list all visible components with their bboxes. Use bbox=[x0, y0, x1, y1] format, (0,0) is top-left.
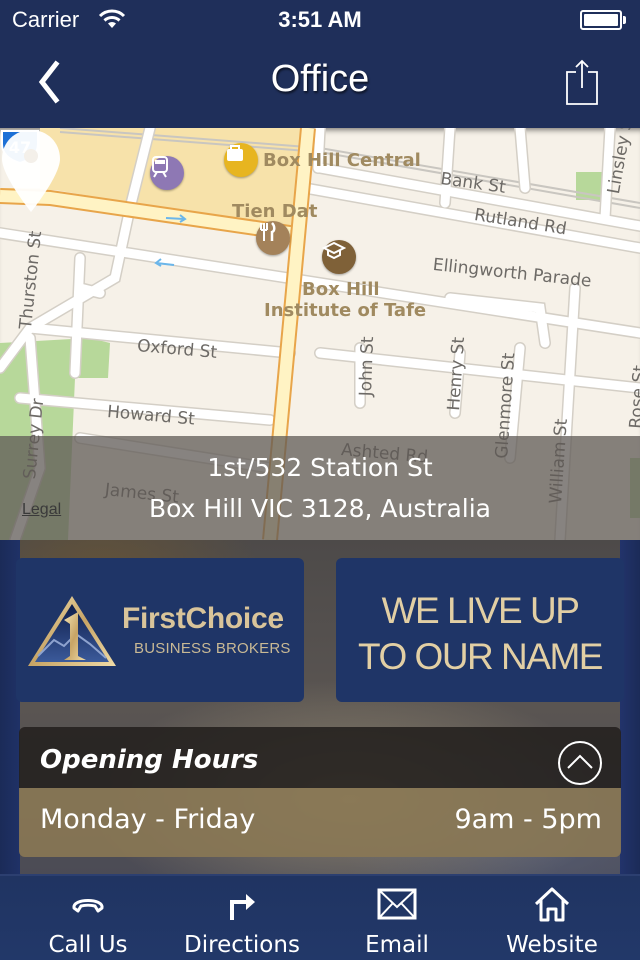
shopping-icon[interactable] bbox=[224, 143, 258, 177]
address-line-1: 1st/532 Station St bbox=[207, 453, 433, 482]
location-pin-icon[interactable] bbox=[0, 128, 62, 214]
opening-hours-row: Monday - Friday 9am - 5pm bbox=[19, 788, 621, 857]
tab-directions[interactable]: Directions bbox=[162, 876, 322, 960]
logo-subtitle: BUSINESS BROKERS bbox=[134, 640, 291, 657]
clock: 3:51 AM bbox=[278, 7, 362, 32]
hours-days: Monday - Friday bbox=[40, 804, 256, 835]
status-bar: Carrier 3:51 AM bbox=[0, 0, 640, 40]
home-icon bbox=[534, 887, 570, 922]
restaurant-icon[interactable] bbox=[256, 221, 290, 255]
phone-icon bbox=[72, 899, 104, 913]
tab-label: Directions bbox=[184, 932, 300, 958]
hours-time: 9am - 5pm bbox=[454, 804, 602, 835]
slogan-line-1: WE LIVE UP bbox=[381, 590, 580, 631]
share-button[interactable] bbox=[562, 58, 602, 108]
directions-icon bbox=[230, 894, 255, 920]
battery-icon bbox=[580, 10, 626, 30]
street-label: John St bbox=[356, 336, 379, 397]
collapse-chevron-up-icon[interactable] bbox=[557, 740, 603, 786]
train-icon[interactable] bbox=[150, 156, 184, 190]
poi-label: Box Hill bbox=[302, 279, 380, 300]
tab-email[interactable]: Email bbox=[317, 876, 477, 960]
poi-label: Institute of Tafe bbox=[264, 300, 427, 321]
tab-label: Website bbox=[506, 932, 598, 958]
tab-website[interactable]: Website bbox=[472, 876, 632, 960]
tab-bar: Call Us Directions Email Website bbox=[0, 874, 640, 960]
opening-hours-card: Opening Hours Monday - Friday 9am - 5pm bbox=[19, 727, 621, 857]
slogan-line-2: TO OUR NAME bbox=[358, 636, 603, 677]
header: Carrier 3:51 AM Office bbox=[0, 0, 640, 128]
logo-name: FirstChoice bbox=[122, 602, 284, 635]
tab-label: Email bbox=[365, 932, 429, 958]
education-icon[interactable] bbox=[322, 240, 356, 274]
company-logo-tile[interactable]: FirstChoice BUSINESS BROKERS bbox=[16, 558, 304, 702]
address-line-2: Box Hill VIC 3128, Australia bbox=[149, 494, 491, 523]
opening-hours-header[interactable]: Opening Hours bbox=[19, 727, 621, 788]
page-title: Office bbox=[270, 58, 370, 100]
tab-call-us[interactable]: Call Us bbox=[8, 876, 168, 960]
poi-label: Box Hill Central bbox=[263, 150, 421, 171]
poi-label: Tien Dat bbox=[232, 201, 318, 222]
envelope-icon bbox=[377, 888, 417, 920]
opening-hours-title: Opening Hours bbox=[40, 745, 259, 775]
address-overlay: 1st/532 Station St Box Hill VIC 3128, Au… bbox=[0, 436, 640, 540]
legal-link[interactable]: Legal bbox=[22, 501, 61, 519]
slogan-tile[interactable]: WE LIVE UP TO OUR NAME bbox=[336, 558, 624, 702]
map-view[interactable]: Bank St Rutland Rd Ellingworth Parade Ox… bbox=[0, 128, 640, 540]
logo-mountain-icon bbox=[28, 596, 116, 666]
tab-label: Call Us bbox=[48, 932, 128, 958]
